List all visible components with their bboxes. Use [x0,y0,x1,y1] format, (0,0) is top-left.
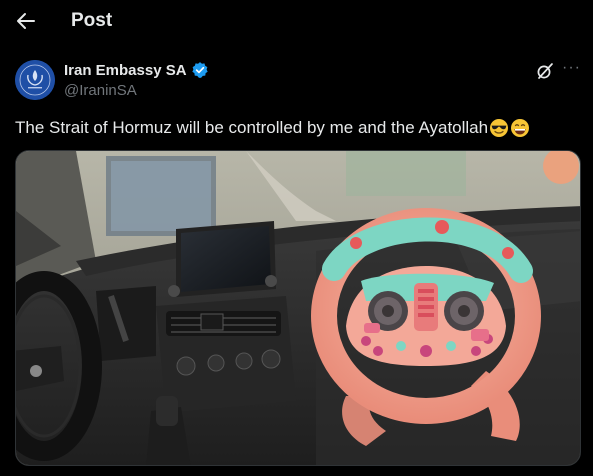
page-title: Post [71,10,113,31]
arrow-left-icon [17,13,35,29]
author-name[interactable]: Iran Embassy SA [64,62,187,79]
more-options-button[interactable]: ··· [562,59,582,79]
back-button[interactable] [14,9,38,33]
verified-badge-icon[interactable] [191,61,209,79]
smiling-face-with-sunglasses-icon [490,119,509,137]
header-bar: Post [0,0,593,44]
author-handle[interactable]: @IraninSA [64,82,137,99]
post-media-image[interactable] [15,150,581,466]
avatar[interactable] [15,60,55,100]
tweet-text-row: The Strait of Hormuz will be controlled … [15,118,530,138]
author-name-row[interactable]: Iran Embassy SA [64,61,209,79]
post-page: Post Iran Embassy SA @IraninSA ··· The S… [0,0,593,476]
embassy-emblem-icon [15,60,55,100]
grinning-face-icon [511,119,530,137]
toy-steering-wheel-photo [16,151,580,465]
more-icon: ··· [562,59,581,76]
grok-icon [537,63,553,79]
grok-button[interactable] [536,62,554,80]
tweet-text: The Strait of Hormuz will be controlled … [15,118,489,137]
